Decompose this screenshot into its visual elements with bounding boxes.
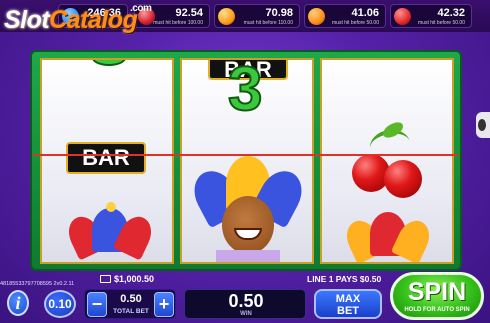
payline-1 [33,154,459,156]
logo-slot-text: Slot [4,6,50,34]
jackpot-major-value: 92.54 [175,7,203,19]
bet-decrease-button[interactable]: − [87,292,107,317]
logo-catalog-text: Catalog [49,6,138,34]
info-button[interactable]: i [7,290,29,316]
jackpot-minor-note: must hit before 110.00 [243,20,293,26]
reel-1-bar-symbol: BAR [66,142,146,174]
total-bet-panel: − 0.50 TOTAL BET + [84,289,176,319]
win-value: 0.50 [228,291,264,311]
side-menu-icon [478,119,486,131]
payline-win-text: LINE 1 PAYS $0.50 [307,274,382,284]
bet-increase-button[interactable]: + [154,292,174,317]
reel-2-three-symbol: 3 [227,58,264,125]
reel-2: BAR 3 [180,58,314,264]
win-panel: 0.50 WIN [184,289,306,319]
total-bet-label: TOTAL BET [113,308,149,315]
jackpot-bonus-value: 42.32 [437,7,465,19]
jackpot-minor-icon [218,8,235,25]
jackpot-mini-value: 41.06 [351,7,379,19]
reel-frame: BAR BAR 3 [30,50,462,271]
jackpot-mini-icon [308,8,325,25]
balance-value: $1,000.50 [114,274,155,284]
balance-display: $1,000.50 [100,274,300,286]
jackpot-mini: 41.06 must hit before 50.00 [304,4,386,28]
spin-sublabel: HOLD FOR AUTO SPIN [404,307,470,313]
jackpot-major-note: must hit before 100.00 [153,20,203,26]
max-bet-line2: BET [337,305,359,317]
reel-1: BAR [40,58,174,264]
jackpot-mini-note: must hit before 50.00 [332,20,379,26]
wallet-icon [100,275,111,283]
jackpot-minor-value: 70.98 [265,7,293,19]
lines-bet-button[interactable]: 0.10 [44,290,76,318]
reel-1-jester-symbol [62,202,158,262]
reel-1-top-symbol [92,60,126,66]
reel-3-jester-symbol [340,212,436,262]
logo-com-text: .com [130,3,152,14]
version-text: 48185533797708595 2v0.2.11 [0,281,75,287]
spin-button[interactable]: SPIN HOLD FOR AUTO SPIN [390,272,484,320]
slotcatalog-logo: SlotCatalog .com [4,3,152,35]
jackpot-bonus-icon [394,8,411,25]
reel-3 [320,58,454,264]
reel-2-jester-symbol [186,156,310,262]
total-bet-value: 0.50 [120,293,142,305]
max-bet-line1: MAX [335,293,361,305]
win-label: WIN [240,311,252,317]
max-bet-button[interactable]: MAX BET [314,289,382,319]
reel-3-cherry-symbol [352,119,428,198]
side-menu-tab[interactable] [476,112,490,138]
spin-label: SPIN [407,278,467,306]
jackpot-bonus: 42.32 must hit before 50.00 [390,4,472,28]
jackpot-bonus-note: must hit before 50.00 [418,20,465,26]
jackpot-minor: 70.98 must hit before 110.00 [214,4,300,28]
